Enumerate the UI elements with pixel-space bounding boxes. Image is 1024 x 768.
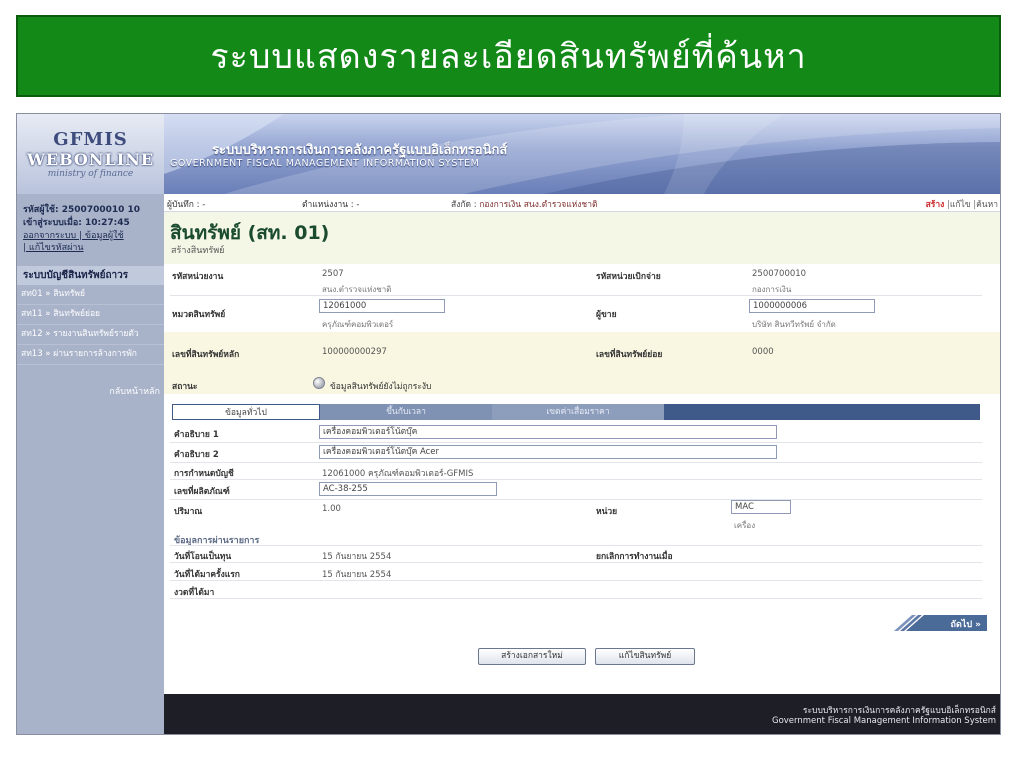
search-mode-link[interactable]: ค้นหา — [976, 200, 998, 210]
sub-asset-number-value: 0000 — [752, 347, 774, 357]
main-asset-number-value: 100000000297 — [322, 347, 387, 357]
status-value: ข้อมูลสินทรัพย์ยังไม่ถูกระงับ — [330, 382, 432, 392]
description1-label: คำอธิบาย 1 — [174, 430, 219, 440]
category-code-field[interactable]: 12061000 — [319, 299, 445, 313]
affiliation-value: กองการเงิน สนง.ตำรวจแห่งชาติ — [479, 200, 598, 210]
row-divider — [170, 442, 982, 443]
logo-web-text: WEBONLINE — [26, 150, 155, 169]
slide-banner: ระบบแสดงรายละเอียดสินทรัพย์ที่ค้นหา — [16, 15, 1001, 97]
disbursement-code-label: รหัสหน่วยเบิกจ่าย — [596, 272, 661, 282]
sidebar: รหัสผู้ใช้: 2500700010 10 เข้าสู่ระบบเมื… — [17, 194, 164, 694]
page-title-area: สินทรัพย์ (สท. 01) สร้างสินทรัพย์ — [164, 212, 1000, 264]
row-divider — [170, 479, 982, 480]
acquisition-period-label: งวดที่ได้มา — [174, 588, 215, 598]
slide: ระบบแสดงรายละเอียดสินทรัพย์ที่ค้นหา GFMI… — [0, 0, 1024, 768]
affiliation-text: สังกัด : กองการเงิน สนง.ตำรวจแห่งชาติ — [451, 197, 598, 211]
sidebar-item-asset[interactable]: สท01 » สินทรัพย์ — [17, 285, 164, 305]
first-acquisition-value: 15 กันยายน 2554 — [322, 570, 392, 580]
disbursement-code-value: 2500700010 — [752, 269, 807, 279]
deactivation-date-label: ยกเลิกการทำงานเมื่อ — [596, 552, 673, 562]
vendor-name-value: บริษัท สินทวีทรัพย์ จำกัด — [752, 320, 836, 329]
row-divider — [170, 598, 982, 599]
account-assignment-value: 12061000 ครุภัณฑ์คอมพิวเตอร์-GFMIS — [322, 469, 474, 479]
row-divider — [170, 545, 982, 546]
slide-title: ระบบแสดงรายละเอียดสินทรัพย์ที่ค้นหา — [210, 37, 807, 77]
sidebar-user-id: รหัสผู้ใช้: 2500700010 10 — [23, 205, 141, 215]
description1-field[interactable]: เครื่องคอมพิวเตอร์โน้ตบุ๊ค — [319, 425, 777, 439]
position-text: ตำแหน่งงาน : - — [302, 200, 360, 210]
system-name-thai: ระบบบริหารการเงินการคลังภาครัฐแบบอิเล็กท… — [212, 143, 508, 158]
product-number-label: เลขที่ผลิตภัณฑ์ — [174, 487, 230, 497]
quantity-value: 1.00 — [322, 504, 341, 514]
capitalization-date-value: 15 กันยายน 2554 — [322, 552, 392, 562]
create-mode-link[interactable]: สร้าง — [926, 200, 945, 210]
account-assignment-label: การกำหนดบัญชี — [174, 469, 234, 479]
logo-ministry-text: ministry of finance — [47, 169, 134, 179]
info-bar: ผู้บันทึก : - ตำแหน่งงาน : - สังกัด : กอ… — [164, 194, 1000, 212]
status-label: สถานะ — [172, 382, 198, 392]
mode-actions: สร้าง |แก้ไข |ค้นหา — [926, 197, 998, 211]
edit-mode-link[interactable]: แก้ไข — [950, 200, 971, 210]
create-new-document-button[interactable]: สร้างเอกสารใหม่ — [478, 648, 586, 665]
logout-link[interactable]: ออกจากระบบ | ข้อมูลผู้ใช้ — [17, 230, 164, 242]
footer-system-name-thai: ระบบบริหารการเงินการคลังภาครัฐแบบอิเล็กท… — [802, 706, 996, 716]
next-button[interactable]: ถัดไป » — [892, 613, 987, 633]
tab-depreciation-area[interactable]: เขตค่าเสื่อมราคา — [492, 404, 664, 420]
row-divider — [170, 562, 982, 563]
sidebar-login-time: เข้าสู่ระบบเมื่อ: 10:27:45 — [23, 218, 130, 228]
sidebar-item-clearing[interactable]: สท13 » ผ่านรายการล้างการพัก — [17, 345, 164, 365]
status-indicator-icon — [313, 377, 325, 389]
row-divider — [170, 499, 982, 500]
edit-asset-button[interactable]: แก้ไขสินทรัพย์ — [595, 648, 695, 665]
back-to-main-link[interactable]: กลับหน้าหลัก — [109, 384, 160, 398]
category-label: หมวดสินทรัพย์ — [172, 310, 226, 320]
vendor-code-field[interactable]: 1000000006 — [749, 299, 875, 313]
row-divider — [170, 295, 982, 296]
sidebar-footer — [17, 694, 164, 734]
next-button-label: ถัดไป » — [950, 620, 981, 630]
sidebar-item-asset-report[interactable]: สท12 » รายงานสินทรัพย์รายตัว — [17, 325, 164, 345]
main-asset-number-label: เลขที่สินทรัพย์หลัก — [172, 350, 240, 360]
change-password-link[interactable]: | แก้ไขรหัสผ่าน — [17, 242, 164, 254]
app-footer: ระบบบริหารการเงินการคลังภาครัฐแบบอิเล็กท… — [164, 694, 1000, 734]
unit-code-field[interactable]: MAC — [731, 500, 791, 514]
unit-code-label: รหัสหน่วยงาน — [172, 272, 224, 282]
quantity-label: ปริมาณ — [174, 507, 203, 517]
asset-number-band — [164, 332, 1000, 394]
category-name-value: ครุภัณฑ์คอมพิวเตอร์ — [322, 320, 394, 329]
sidebar-section-title: ระบบบัญชีสินทรัพย์ถาวร — [17, 266, 164, 285]
capitalization-date-label: วันที่โอนเป็นทุน — [174, 552, 232, 562]
affiliation-label: สังกัด : — [451, 200, 477, 210]
tab-bar: ข้อมูลทั่วไป ขึ้นกับเวลา เขตค่าเสื่อมราค… — [172, 404, 980, 420]
unit-code-value: 2507 — [322, 269, 344, 279]
description2-field[interactable]: เครื่องคอมพิวเตอร์โน้ตบุ๊ค Acer — [319, 445, 777, 459]
sub-asset-number-label: เลขที่สินทรัพย์ย่อย — [596, 350, 663, 360]
product-number-field[interactable]: AC-38-255 — [319, 482, 497, 496]
page-subtitle: สร้างสินทรัพย์ — [171, 246, 225, 256]
unit-label: หน่วย — [596, 507, 618, 517]
app-header: GFMIS WEBONLINE ministry of finance ระบบ… — [17, 114, 1000, 194]
app-window: GFMIS WEBONLINE ministry of finance ระบบ… — [16, 113, 1001, 735]
sidebar-item-sub-asset[interactable]: สท11 » สินทรัพย์ย่อย — [17, 305, 164, 325]
system-name-english: GOVERNMENT FISCAL MANAGEMENT INFORMATION… — [170, 158, 480, 169]
row-divider — [170, 580, 982, 581]
gfmis-logo[interactable]: GFMIS WEBONLINE ministry of finance — [17, 114, 164, 194]
first-acquisition-label: วันที่ได้มาครั้งแรก — [174, 570, 240, 580]
recorder-text: ผู้บันทึก : - — [167, 200, 206, 210]
tab-general-info[interactable]: ข้อมูลทั่วไป — [172, 404, 320, 420]
unit-name-value: เครื่อง — [734, 521, 756, 530]
row-divider — [170, 462, 982, 463]
tab-time-dependent[interactable]: ขึ้นกับเวลา — [320, 404, 492, 420]
logo-gfmis-text: GFMIS — [53, 129, 128, 150]
description2-label: คำอธิบาย 2 — [174, 450, 219, 460]
vendor-label: ผู้ขาย — [596, 310, 617, 320]
footer-system-name-english: Government Fiscal Management Information… — [771, 716, 996, 726]
